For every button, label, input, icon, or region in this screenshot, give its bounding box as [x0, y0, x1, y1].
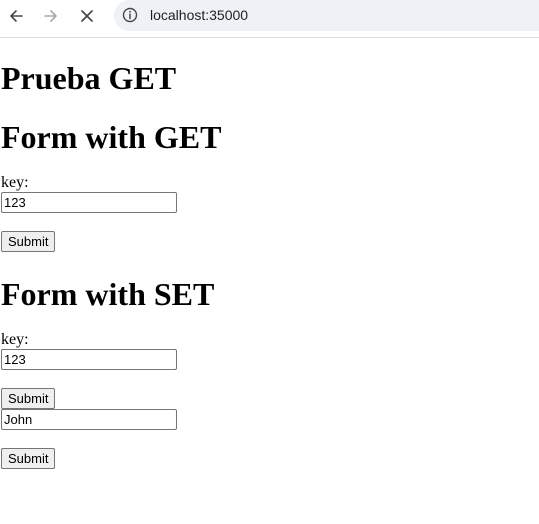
- address-bar[interactable]: localhost:35000: [114, 0, 539, 31]
- back-button[interactable]: [4, 4, 28, 28]
- set-form-heading: Form with SET: [1, 276, 215, 312]
- page-title: Prueba GET: [1, 60, 177, 96]
- get-form: key: Submit: [1, 174, 538, 252]
- forward-button[interactable]: [39, 4, 63, 28]
- close-icon: [81, 10, 93, 22]
- set-key-input[interactable]: [1, 349, 177, 370]
- set-value-submit-button[interactable]: Submit: [1, 448, 56, 469]
- arrow-right-icon: [44, 10, 57, 22]
- browser-toolbar: localhost:35000: [0, 0, 539, 38]
- set-key-submit-button[interactable]: Submit: [1, 388, 56, 409]
- get-key-label: key:: [1, 174, 29, 191]
- get-form-heading: Form with GET: [1, 119, 222, 155]
- url-text[interactable]: localhost:35000: [150, 7, 248, 23]
- arrow-left-icon: [10, 10, 23, 22]
- set-form: key: Submit Submit: [1, 331, 538, 469]
- set-value-input[interactable]: [1, 409, 177, 430]
- page-content: Prueba GET Form with GET key: Submit For…: [0, 60, 539, 469]
- stop-loading-button[interactable]: [75, 4, 99, 28]
- info-icon[interactable]: [122, 7, 138, 23]
- set-key-label: key:: [1, 331, 29, 348]
- get-key-input[interactable]: [1, 192, 177, 213]
- get-submit-button[interactable]: Submit: [1, 231, 56, 252]
